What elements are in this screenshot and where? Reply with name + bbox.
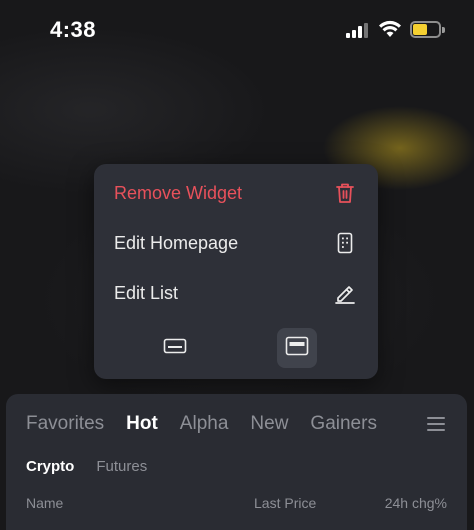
edit-homepage-label: Edit Homepage [114,232,239,253]
column-header-last-price[interactable]: Last Price [254,495,316,511]
edit-list-button[interactable]: Edit List [94,268,378,318]
pencil-icon [334,282,356,304]
remove-widget-label: Remove Widget [114,182,243,203]
small-widget-icon [163,337,187,360]
large-widget-size-button[interactable] [277,328,317,368]
widget-size-selector [94,328,378,368]
hamburger-icon[interactable] [427,416,445,432]
tab-favorites[interactable]: Favorites [26,413,104,435]
subtab-crypto[interactable]: Crypto [26,458,74,475]
tab-new[interactable]: New [250,413,288,435]
edit-list-label: Edit List [114,282,179,303]
tab-gainers[interactable]: Gainers [310,413,377,435]
status-bar: 4:38 [0,0,474,60]
widget-context-menu: Remove Widget Edit Homepage Edit List [94,164,378,379]
grid-phone-icon [334,232,356,254]
small-widget-size-button[interactable] [155,328,195,368]
edit-homepage-button[interactable]: Edit Homepage [94,218,378,268]
trash-icon [334,182,356,204]
market-panel: Favorites Hot Alpha New Gainers Crypto F… [6,394,467,530]
tab-alpha[interactable]: Alpha [180,413,229,435]
cellular-signal-icon [346,22,372,38]
tab-hot[interactable]: Hot [126,413,158,435]
column-header-change[interactable]: 24h chg% [385,495,447,511]
column-headers: Name Last Price 24h chg% [26,495,447,513]
column-header-name[interactable]: Name [26,495,63,511]
market-subtabs: Crypto Futures [26,458,169,475]
wifi-icon [379,20,401,38]
battery-icon [410,21,446,39]
subtab-futures[interactable]: Futures [96,458,147,475]
remove-widget-button[interactable]: Remove Widget [94,168,378,218]
market-tabs: Favorites Hot Alpha New Gainers [26,413,399,435]
status-time: 4:38 [50,17,97,42]
large-widget-icon [285,336,309,361]
